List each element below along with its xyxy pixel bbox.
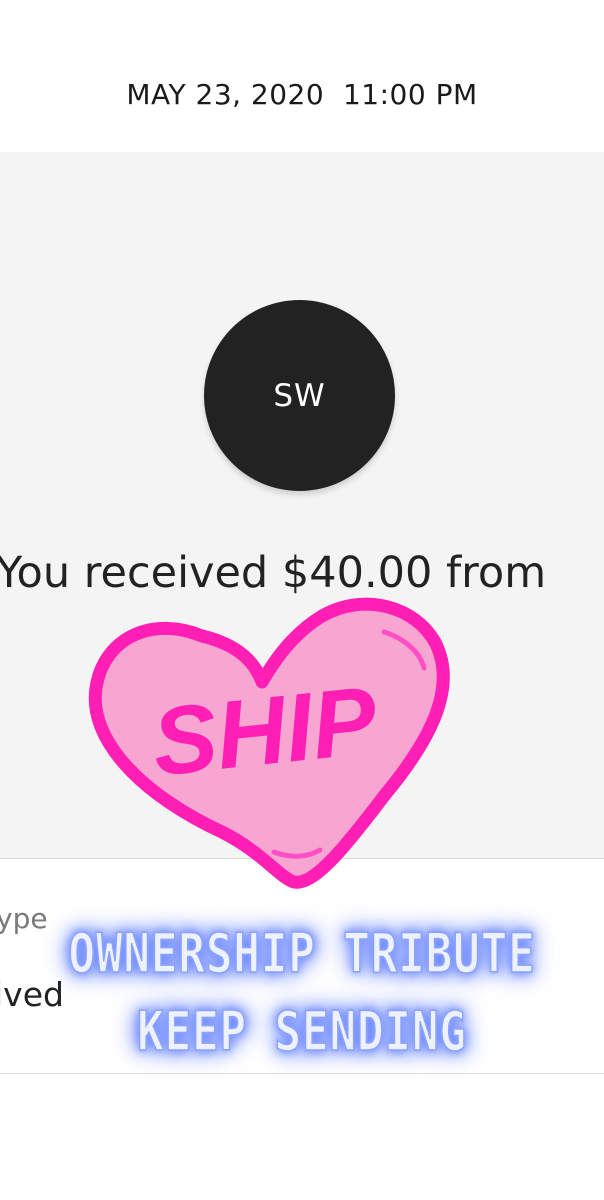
transaction-type-label: ype <box>0 902 48 935</box>
received-amount-headline: You received $40.00 from <box>0 548 547 598</box>
avatar-initials: SW <box>273 377 326 414</box>
neon-caption-line2: KEEP SENDING <box>137 999 467 1064</box>
transaction-timestamp: MAY 23, 2020 11:00 PM <box>126 78 478 111</box>
receipt-screen: MAY 23, 2020 11:00 PM SW You received $4… <box>0 0 604 1200</box>
sender-avatar: SW <box>204 300 395 491</box>
section-divider-bottom <box>0 1073 604 1074</box>
heart-sticker: SHIP <box>88 597 450 889</box>
neon-caption-line1: OWNERSHIP TRIBUTE <box>68 921 536 986</box>
